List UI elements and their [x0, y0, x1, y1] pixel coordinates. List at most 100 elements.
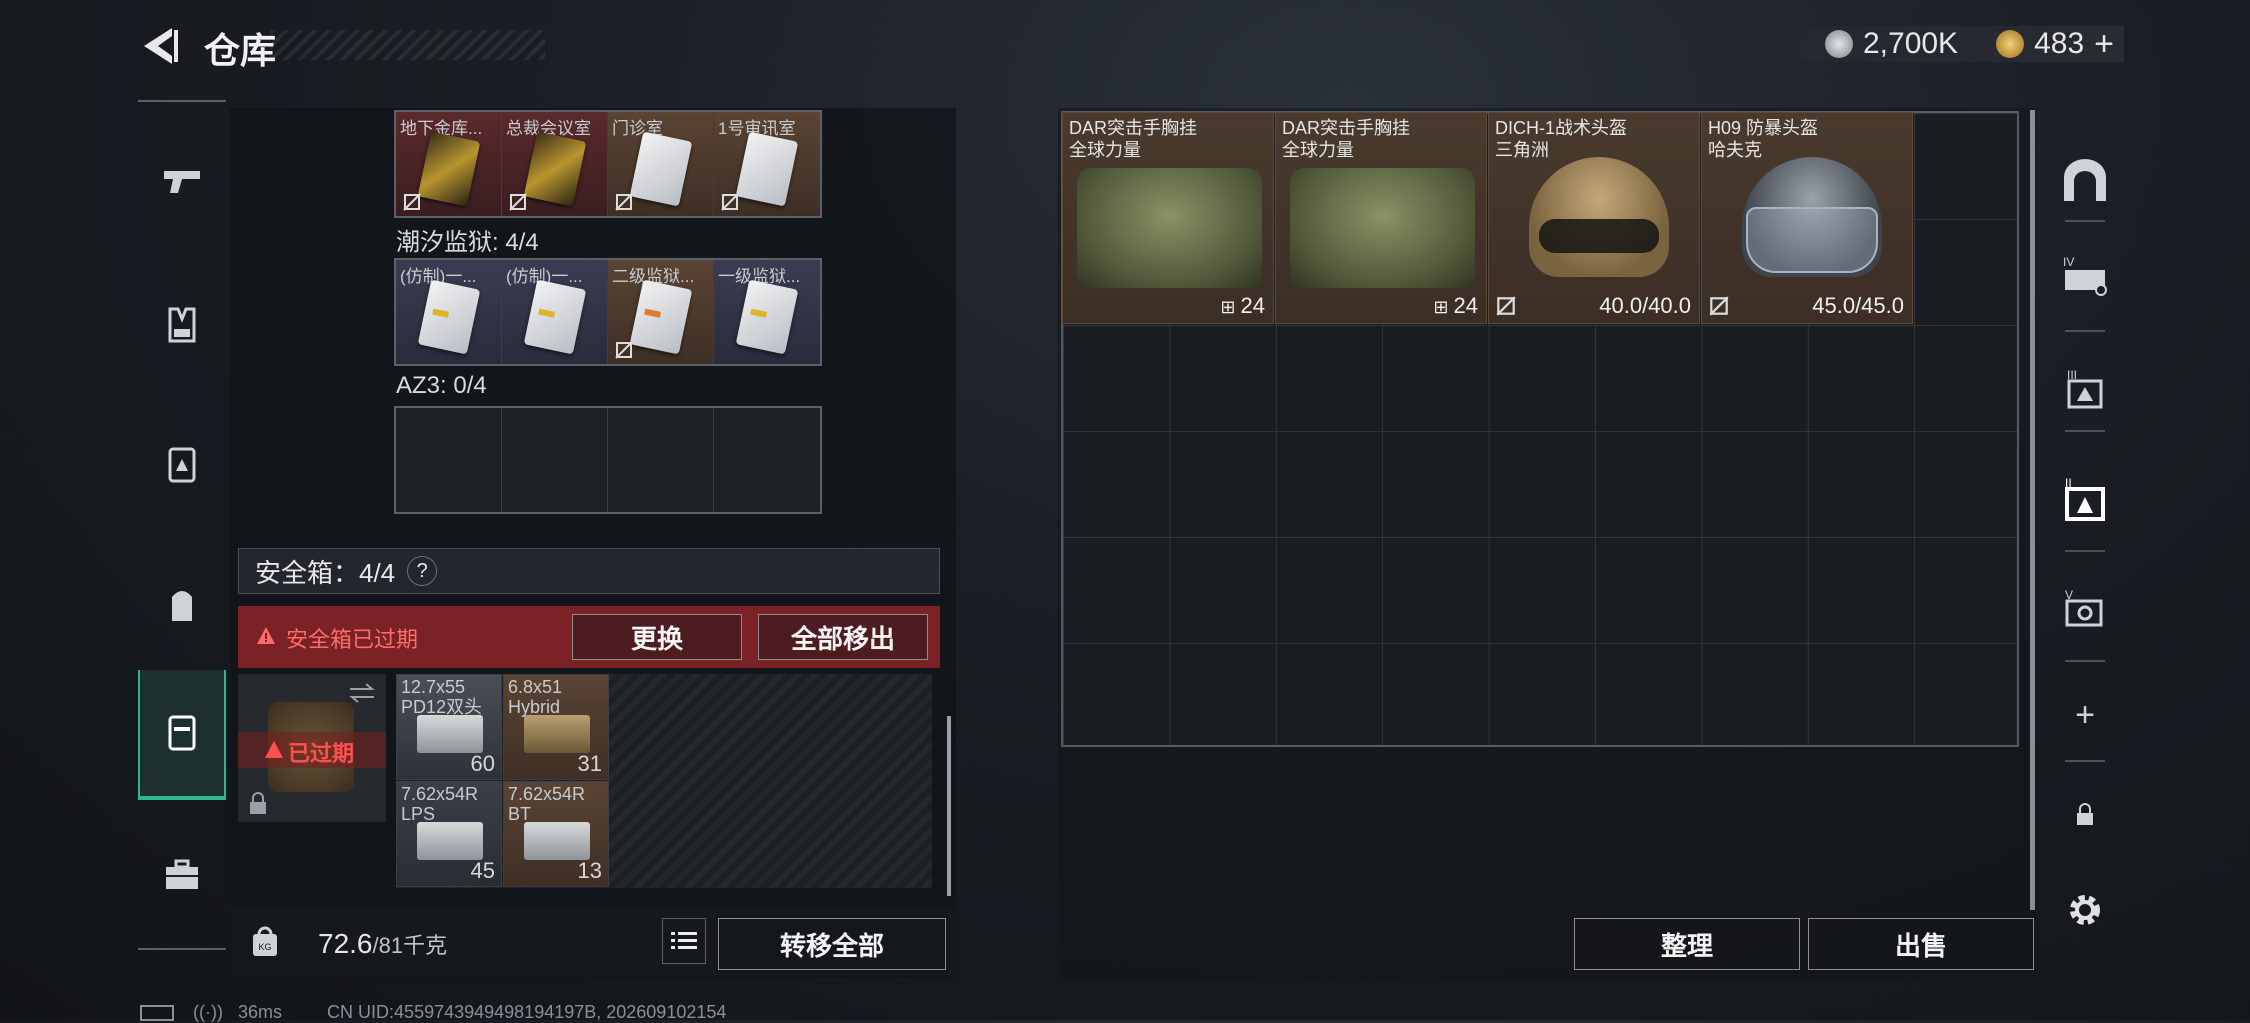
- battery-icon: [140, 1005, 174, 1022]
- empty-slot[interactable]: [502, 408, 608, 512]
- keycard-image: [523, 279, 587, 355]
- keycard-image: [417, 131, 481, 207]
- ammo-box-image: [524, 715, 590, 753]
- weight-readout: 72.6/81千克: [318, 928, 447, 960]
- rail-vest[interactable]: [138, 260, 226, 390]
- back-arrow-icon[interactable]: [138, 24, 182, 68]
- gear-icon: [2070, 895, 2100, 925]
- warning-icon: [265, 741, 283, 758]
- keycard-slot[interactable]: 地下金库...: [396, 112, 502, 216]
- item-faction: 全球力量: [1069, 140, 1141, 160]
- storage-tab-iv[interactable]: IV: [2040, 230, 2130, 320]
- settings-button[interactable]: [2040, 870, 2130, 950]
- storage-tab-v[interactable]: V: [2040, 560, 2130, 660]
- keycard-slot[interactable]: 一级监狱...: [714, 260, 820, 364]
- sell-button[interactable]: 出售: [1808, 918, 2034, 970]
- az3-label: AZ3: 0/4: [396, 372, 487, 399]
- ammo-box-image: [417, 822, 483, 860]
- safe-box-item[interactable]: 已过期: [238, 674, 386, 822]
- item-durability: 45.0/45.0: [1812, 293, 1904, 318]
- gold-amount: 483: [2034, 27, 2085, 60]
- empty-slot[interactable]: [714, 408, 820, 512]
- item-name: DICH-1战术头盔: [1495, 118, 1628, 138]
- helmet-image: [1742, 157, 1882, 277]
- swap-icon[interactable]: [348, 682, 376, 704]
- empty-slot[interactable]: [396, 408, 502, 512]
- storage-tab-ii-active[interactable]: II: [2040, 450, 2130, 550]
- replace-button[interactable]: 更换: [572, 614, 742, 660]
- storage-tab-main[interactable]: [2040, 130, 2130, 230]
- rail-chest-rig[interactable]: [138, 400, 226, 530]
- help-button[interactable]: ?: [407, 556, 438, 586]
- ammo-count: 31: [577, 751, 602, 776]
- list-view-button[interactable]: [662, 918, 706, 964]
- svg-text:KG: KG: [258, 942, 271, 952]
- safe-box-header: 安全箱：4/4 ?: [238, 548, 940, 594]
- sort-button[interactable]: 整理: [1574, 918, 1800, 970]
- gold-coin-icon: [1996, 30, 2025, 58]
- transfer-all-button[interactable]: 转移全部: [718, 918, 946, 970]
- keycard-slot[interactable]: (仿制)一...: [502, 260, 608, 364]
- rig-icon: [168, 447, 196, 483]
- no-insure-icon: [1709, 296, 1729, 316]
- ammo-item[interactable]: 7.62x54R BT 13: [503, 781, 609, 887]
- add-storage-button[interactable]: +: [2040, 670, 2130, 760]
- keycard-image: [523, 131, 587, 207]
- ammo-item[interactable]: 12.7x55 PD12双头 60: [396, 674, 502, 780]
- keycard-slot[interactable]: 1号审讯室: [714, 112, 820, 216]
- storage-tabs-rail: IV III II V +: [2040, 130, 2150, 930]
- inventory-item[interactable]: DAR突击手胸挂 全球力量 ⊞ 24: [1062, 112, 1274, 324]
- lock-icon: [2077, 803, 2093, 825]
- storage-tab-iii[interactable]: III: [2040, 340, 2130, 440]
- list-icon: [671, 932, 697, 949]
- keycard-slot[interactable]: (仿制)一...: [396, 260, 502, 364]
- pistol-icon: [164, 171, 200, 193]
- remove-all-button[interactable]: 全部移出: [758, 614, 928, 660]
- ammo-count: 13: [577, 858, 602, 883]
- keycard-image: [629, 279, 693, 355]
- rail-safe-box[interactable]: [138, 670, 226, 800]
- storage-v-icon: V: [2065, 588, 2103, 627]
- storage-iv-icon: IV: [2063, 255, 2107, 296]
- keycard-slot[interactable]: 总裁会议室: [502, 112, 608, 216]
- rail-backpack[interactable]: [138, 540, 226, 670]
- item-value: 24: [1240, 293, 1265, 318]
- no-insure-icon: [615, 341, 633, 359]
- wifi-icon: ((·)): [193, 1002, 223, 1022]
- empty-slot[interactable]: [608, 408, 714, 512]
- ammo-count: 60: [470, 751, 495, 776]
- no-insure-icon: [615, 193, 633, 211]
- keycard-row-tide-prison: (仿制)一... (仿制)一... 二级监狱... 一级监狱...: [394, 258, 822, 366]
- ammo-item[interactable]: 7.62x54R LPS 45: [396, 781, 502, 887]
- ammo-name: 6.8x51 Hybrid: [508, 677, 563, 717]
- inventory-item[interactable]: DAR突击手胸挂 全球力量 ⊞ 24: [1275, 112, 1487, 324]
- ammo-count: 45: [470, 858, 495, 883]
- vest-icon: [168, 307, 196, 343]
- inventory-item[interactable]: DICH-1战术头盔 三角洲 40.0/40.0: [1488, 112, 1700, 324]
- silver-coin-icon: [1824, 30, 1853, 58]
- keycard-slot[interactable]: 二级监狱...: [608, 260, 714, 364]
- keycard-image: [629, 131, 693, 207]
- inventory-item[interactable]: H09 防暴头盔 哈夫克 45.0/45.0: [1701, 112, 1913, 324]
- rail-weapon[interactable]: [138, 116, 226, 246]
- rail-briefcase[interactable]: [138, 810, 226, 940]
- ping-readout: 36ms: [238, 1002, 283, 1022]
- left-scrollbar[interactable]: [947, 716, 951, 896]
- ammo-item[interactable]: 6.8x51 Hybrid 31: [503, 674, 609, 780]
- vault-icon: [2064, 159, 2106, 201]
- ammo-box-image: [524, 822, 590, 860]
- ammo-name: 12.7x55 PD12双头: [401, 677, 483, 717]
- storage-ii-icon: II: [2065, 476, 2105, 521]
- title-decoration: [270, 30, 545, 60]
- add-currency-button[interactable]: +: [2094, 25, 2114, 64]
- warning-icon: [257, 627, 275, 644]
- keycard-image: [735, 279, 799, 355]
- lock-icon: [250, 792, 266, 814]
- weight-icon: KG: [253, 926, 277, 956]
- right-scrollbar[interactable]: [2030, 110, 2035, 910]
- locked-storage-slot[interactable]: [2040, 770, 2130, 860]
- keycard-row-az3: [394, 406, 822, 514]
- expired-badge: 已过期: [288, 741, 355, 766]
- helmet-image: [1529, 157, 1669, 277]
- keycard-slot[interactable]: 门诊室: [608, 112, 714, 216]
